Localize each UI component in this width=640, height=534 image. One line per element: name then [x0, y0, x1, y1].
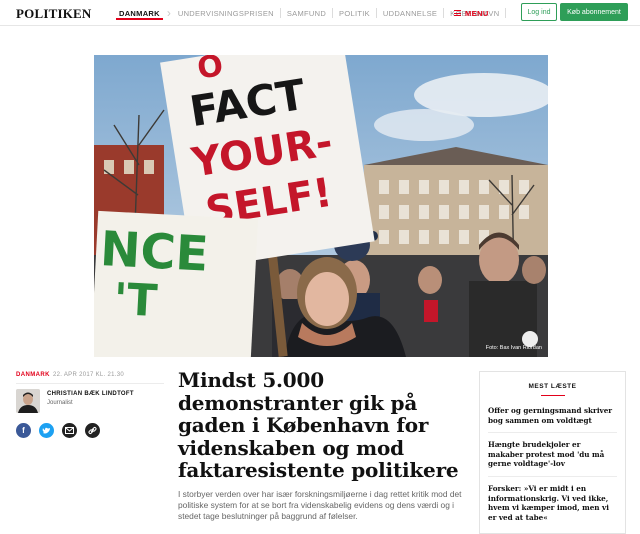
nav-item-danmark[interactable]: DANMARK — [113, 0, 166, 26]
site-logo[interactable]: POLITIKEN — [16, 6, 91, 22]
link-icon[interactable] — [85, 423, 100, 438]
article-datetime: 22. APR 2017 KL. 21.30 — [53, 372, 124, 378]
top-navigation-bar: POLITIKEN DANMARK › UNDERVISNINGSPRISEN … — [0, 0, 640, 26]
article-lead: I storbyer verden over har især forsknin… — [178, 489, 462, 522]
login-button[interactable]: Log ind — [521, 3, 557, 21]
author-avatar[interactable] — [16, 389, 40, 413]
meta-divider — [16, 383, 164, 384]
hero-photo-illustration: O FACT YOUR- SELF! NCE 'T — [94, 55, 548, 357]
menu-button[interactable]: MENU — [454, 0, 489, 26]
most-read-item[interactable]: Forsker: »Vi er midt i en informationskr… — [488, 484, 617, 529]
article-section-label[interactable]: DANMARK — [16, 372, 50, 378]
mail-icon[interactable] — [62, 423, 77, 438]
facebook-icon[interactable]: f — [16, 423, 31, 438]
article-headline: Mindst 5.000 demonstranter gik på gaden … — [178, 368, 459, 482]
twitter-icon[interactable] — [39, 423, 54, 438]
most-read-box: MEST LÆSTE Offer og gerningsmand skriver… — [479, 371, 626, 534]
green-sign-line-2: 'T — [112, 274, 158, 327]
subscribe-button[interactable]: Køb abonnement — [560, 3, 628, 21]
menu-icon — [454, 9, 461, 18]
hero-photo: O FACT YOUR- SELF! NCE 'T Foto: Bax Ivan… — [94, 55, 548, 357]
nav-item-undervisningsprisen[interactable]: UNDERVISNINGSPRISEN — [172, 0, 280, 26]
nav-divider — [505, 8, 507, 18]
author-name[interactable]: CHRISTIAN BÆK LINDTOFT — [47, 391, 134, 397]
nav-item-samfund[interactable]: SAMFUND — [281, 0, 332, 26]
most-read-title: MEST LÆSTE — [480, 372, 625, 396]
photo-credit: Foto: Bax Ivan Riordan — [485, 345, 542, 351]
most-read-item[interactable]: Offer og gerningsmand skriver bog sammen… — [488, 406, 617, 434]
share-buttons: f — [16, 423, 100, 438]
author-role: Journalist — [47, 400, 73, 406]
most-read-item[interactable]: Hængte brudekjoler er makaber protest mo… — [488, 440, 617, 477]
chevron-right-icon: › — [166, 6, 171, 20]
most-read-list: Offer og gerningsmand skriver bog sammen… — [480, 396, 625, 529]
author-avatar-image — [16, 389, 40, 413]
nav-item-politik[interactable]: POLITIK — [333, 0, 376, 26]
menu-label: MENU — [465, 8, 489, 18]
section-nav: DANMARK › UNDERVISNINGSPRISEN SAMFUND PO… — [113, 0, 507, 26]
nav-item-uddannelse[interactable]: UDDANNELSE — [377, 0, 443, 26]
